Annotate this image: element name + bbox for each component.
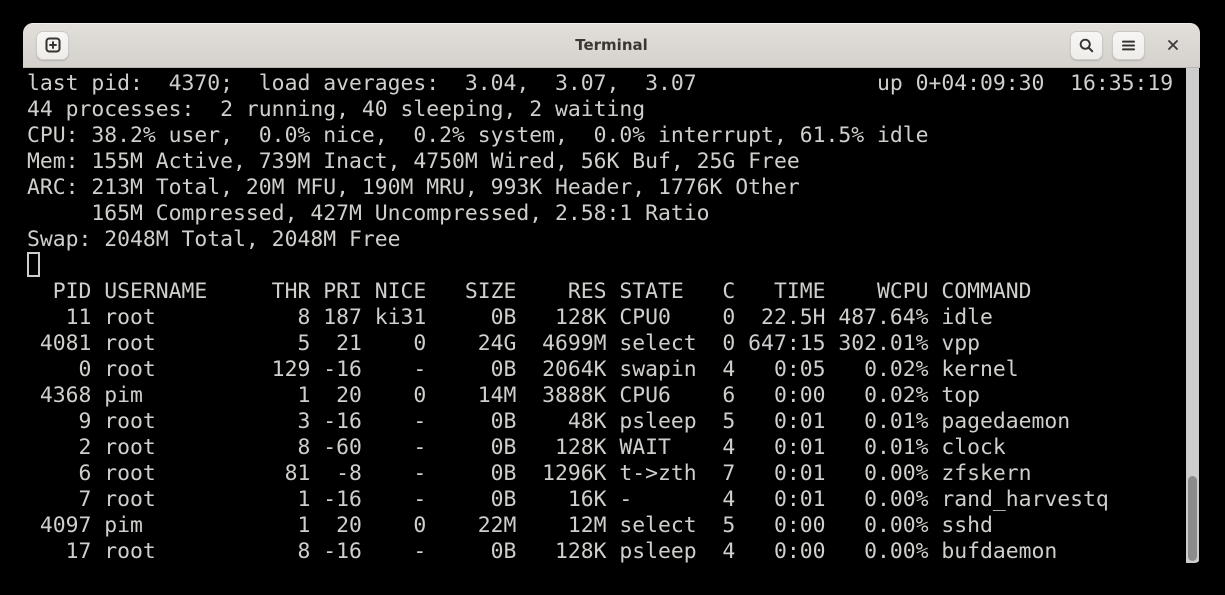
process-row: 11 root 8 187 ki31 0B 128K CPU0 0 22.5H … <box>27 305 1184 331</box>
terminal-summary-line: 165M Compressed, 427M Uncompressed, 2.58… <box>27 201 1184 227</box>
process-row: 0 root 129 -16 - 0B 2064K swapin 4 0:05 … <box>27 357 1184 383</box>
titlebar[interactable]: Terminal <box>23 23 1200 68</box>
terminal-summary-line: CPU: 38.2% user, 0.0% nice, 0.2% system,… <box>27 123 1184 149</box>
process-row: 2 root 8 -60 - 0B 128K WAIT 4 0:01 0.01%… <box>27 435 1184 461</box>
terminal-window: Terminal last pid: 4370; load averag <box>23 23 1200 563</box>
scrollbar[interactable] <box>1186 68 1199 563</box>
new-tab-button[interactable] <box>36 31 69 60</box>
search-icon <box>1078 37 1095 54</box>
new-tab-icon <box>44 36 62 54</box>
terminal-cursor <box>27 252 40 277</box>
process-row: 17 root 8 -16 - 0B 128K psleep 4 0:00 0.… <box>27 539 1184 563</box>
close-icon <box>1165 37 1181 53</box>
process-row: 4368 pim 1 20 0 14M 3888K CPU6 6 0:00 0.… <box>27 383 1184 409</box>
process-row: 9 root 3 -16 - 0B 48K psleep 5 0:01 0.01… <box>27 409 1184 435</box>
terminal-summary-line: Mem: 155M Active, 739M Inact, 4750M Wire… <box>27 149 1184 175</box>
close-button[interactable] <box>1160 32 1186 58</box>
process-row: 4081 root 5 21 0 24G 4699M select 0 647:… <box>27 331 1184 357</box>
window-title: Terminal <box>23 36 1200 54</box>
terminal-summary-line: 44 processes: 2 running, 40 sleeping, 2 … <box>27 97 1184 123</box>
process-row: 6 root 81 -8 - 0B 1296K t->zth 7 0:01 0.… <box>27 461 1184 487</box>
terminal-summary-line: Swap: 2048M Total, 2048M Free <box>27 227 1184 253</box>
process-row: 7 root 1 -16 - 0B 16K - 4 0:01 0.00% ran… <box>27 487 1184 513</box>
process-table-header: PID USERNAME THR PRI NICE SIZE RES STATE… <box>27 279 1184 305</box>
scrollbar-thumb[interactable] <box>1188 476 1197 561</box>
terminal-output: last pid: 4370; load averages: 3.04, 3.0… <box>27 71 1184 563</box>
terminal-summary-line: ARC: 213M Total, 20M MFU, 190M MRU, 993K… <box>27 175 1184 201</box>
menu-button[interactable] <box>1112 31 1145 60</box>
process-row: 4097 pim 1 20 0 22M 12M select 5 0:00 0.… <box>27 513 1184 539</box>
terminal-content[interactable]: last pid: 4370; load averages: 3.04, 3.0… <box>23 68 1200 563</box>
terminal-summary-line: last pid: 4370; load averages: 3.04, 3.0… <box>27 71 1184 97</box>
menu-icon <box>1120 37 1137 54</box>
search-button[interactable] <box>1070 31 1103 60</box>
terminal-cursor-line <box>27 253 1184 279</box>
